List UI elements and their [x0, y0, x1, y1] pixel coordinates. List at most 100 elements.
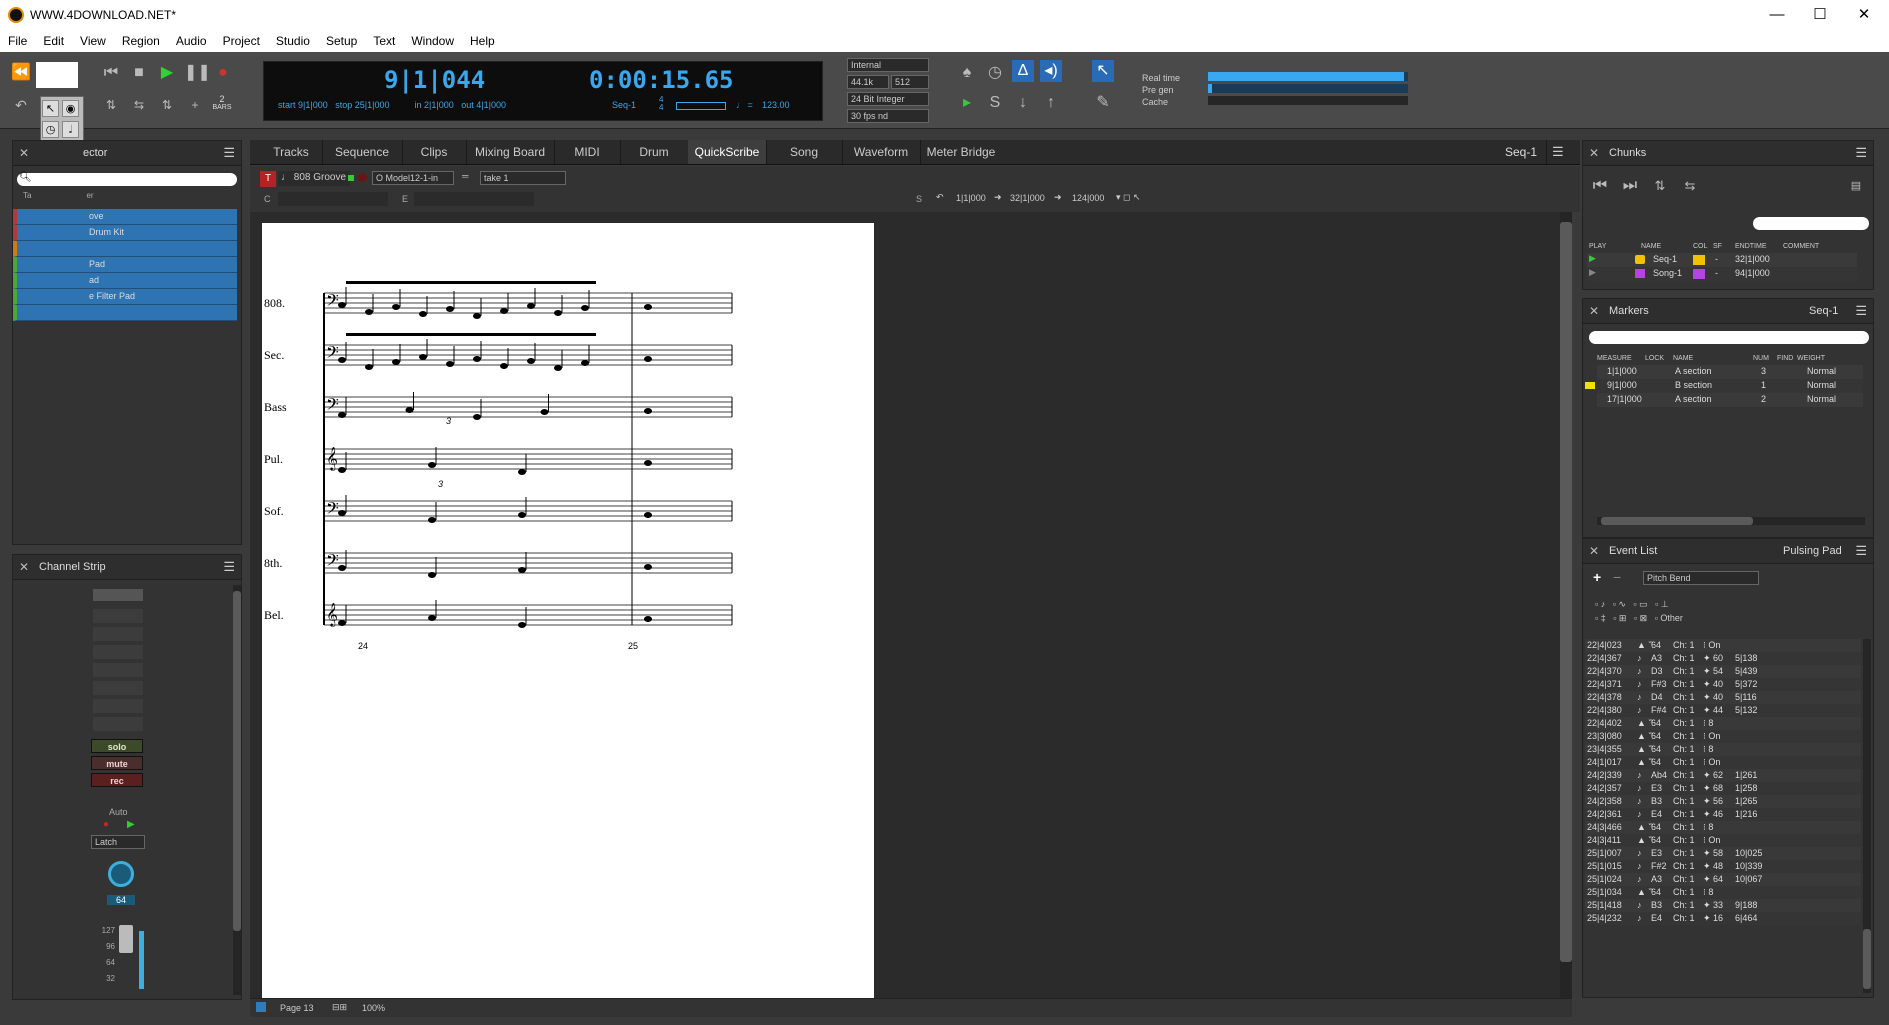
buffer-select[interactable]: 512 [891, 75, 929, 89]
position-measure[interactable]: 9|1|044 [384, 66, 485, 94]
menu-help[interactable]: Help [462, 30, 503, 52]
event-row[interactable]: 22|4|371 ♪ F#3 Ch: 1 ✦ 40 5|372 [1585, 678, 1861, 691]
range-end[interactable]: 124|000 [1072, 193, 1104, 203]
track-selector-title[interactable]: ector [83, 147, 107, 159]
menu-text[interactable]: Text [365, 30, 403, 52]
event-row[interactable]: 23|3|080 ▲ ‷ 64 Ch: 1 ⁝ On [1585, 730, 1861, 743]
event-row[interactable]: 23|4|355 ▲ ‷ 64 Ch: 1 ⁝ 8 [1585, 743, 1861, 756]
chunk-next-icon[interactable]: ⏭ [1619, 175, 1641, 197]
close-icon[interactable]: ✕ [1589, 146, 1599, 160]
down-arrow-icon[interactable]: ↓ [1012, 92, 1034, 114]
tempo-value[interactable]: 123.00 [762, 100, 790, 110]
record-enable-button[interactable]: rec [91, 773, 143, 787]
s-icon[interactable]: S [984, 92, 1006, 114]
marker-row[interactable]: 1|1|000 A section 3 Normal [1597, 365, 1863, 379]
tab-midi[interactable]: MIDI [554, 140, 621, 164]
close-button[interactable]: ✕ [1842, 4, 1886, 26]
event-row[interactable]: 25|1|034 ▲ ‷ 64 Ch: 1 ⁝ 8 [1585, 886, 1861, 899]
menu-studio[interactable]: Studio [268, 30, 318, 52]
event-row[interactable]: 24|3|466 ▲ ‷ 64 Ch: 1 ⁝ 8 [1585, 821, 1861, 834]
automation-record-icon[interactable]: ● [103, 819, 109, 830]
nudge-icon[interactable]: ⇅ [100, 94, 122, 116]
rewind-icon[interactable]: ⏪ [10, 62, 32, 84]
record-icon[interactable]: ● [212, 62, 234, 84]
add-icon[interactable]: + [184, 94, 206, 116]
stop-icon[interactable]: ■ [128, 62, 150, 84]
score-page[interactable]: 808. 𝄢 Sec. 𝄢 Bass 𝄢 Pul. 𝄞 Sof. 𝄢 8th. 𝄢 Bel. 𝄞 24 25 3… [262, 223, 874, 998]
pause-icon[interactable]: ❚❚ [184, 62, 211, 84]
chunk-prev-icon[interactable]: ⏮ [1589, 175, 1611, 197]
tab-song[interactable]: Song [766, 140, 843, 164]
bit-depth-select[interactable]: 24 Bit Integer [847, 92, 929, 106]
event-filter-checkboxes[interactable]: ▫ ♪ ▫ ∿ ▫ ▭ ▫ ⊥ ▫ ‡ ▫ ⊞ ▫ ⊠ ▫ Other [1595, 597, 1683, 625]
menu-file[interactable]: File [0, 30, 35, 52]
insert-slot[interactable] [93, 609, 143, 623]
track-row[interactable] [13, 241, 237, 257]
fps-select[interactable]: 30 fps nd [847, 109, 929, 123]
speaker-icon[interactable]: ◂) [1040, 60, 1062, 82]
event-row[interactable]: 24|2|357 ♪ E3 Ch: 1 ✦ 68 1|258 [1585, 782, 1861, 795]
tab-drum[interactable]: Drum [620, 140, 689, 164]
menu-project[interactable]: Project [215, 30, 268, 52]
pointer-tool-icon[interactable]: ↖ [1092, 60, 1114, 82]
event-row[interactable]: 25|4|232 ♪ E4 Ch: 1 ✦ 16 6|464 [1585, 912, 1861, 925]
tab-clips[interactable]: Clips [402, 140, 467, 164]
take-select[interactable]: take 1 [480, 171, 566, 185]
marker-row[interactable]: 9|1|000 B section 1 Normal [1585, 379, 1863, 393]
insert-slot[interactable] [93, 645, 143, 659]
auto-play-icon[interactable]: ▸ [956, 92, 978, 114]
click-icon[interactable]: Δ [1012, 60, 1034, 82]
close-icon[interactable]: ✕ [19, 560, 29, 574]
tab-tracks[interactable]: Tracks [260, 140, 323, 164]
menu-icon[interactable]: ☰ [1552, 144, 1564, 160]
punch-icon[interactable]: ⇅ [156, 94, 178, 116]
insert-slot[interactable] [93, 627, 143, 641]
event-scrollbar[interactable] [1863, 639, 1871, 993]
minimize-button[interactable]: — [1755, 4, 1799, 26]
markers-search-input[interactable] [1589, 331, 1869, 344]
solo-button[interactable]: solo [91, 739, 143, 753]
event-row[interactable]: 22|4|402 ▲ ‷ 64 Ch: 1 ⁝ 8 [1585, 717, 1861, 730]
bars-counter[interactable]: 2 BARS [210, 94, 234, 111]
chunk-swap-icon[interactable]: ⇅ [1649, 175, 1671, 197]
pan-value[interactable]: 64 [107, 895, 135, 905]
half-note-tool-icon[interactable]: 𝅗𝅥 [62, 121, 79, 138]
tab-sequence[interactable]: Sequence [322, 140, 403, 164]
event-row[interactable]: 22|4|023 ▲ ‷ 64 Ch: 1 ⁝ On [1585, 639, 1861, 652]
out-value[interactable]: 4|1|000 [476, 100, 506, 110]
close-icon[interactable]: ✕ [1589, 544, 1599, 558]
add-event-icon[interactable]: + [1593, 569, 1601, 585]
chunk-row[interactable]: ▶ Song-1 - 94|1|000 [1587, 267, 1857, 281]
chunks-search-input[interactable] [1753, 217, 1869, 230]
menu-icon[interactable]: ☰ [1855, 303, 1867, 319]
close-icon[interactable]: ✕ [1589, 304, 1599, 318]
pan-knob[interactable] [108, 861, 134, 887]
range-start[interactable]: 1|1|000 [956, 193, 986, 203]
start-value[interactable]: 9|1|000 [298, 100, 328, 110]
menu-view[interactable]: View [72, 30, 114, 52]
send-slot[interactable] [93, 699, 143, 713]
eye-tool-icon[interactable]: ◉ [62, 100, 79, 117]
menu-setup[interactable]: Setup [318, 30, 365, 52]
track-row[interactable]: Drum Kit [13, 225, 237, 241]
event-row[interactable]: 25|1|024 ♪ A3 Ch: 1 ✦ 64 10|067 [1585, 873, 1861, 886]
event-row[interactable]: 25|1|418 ♪ B3 Ch: 1 ✦ 33 9|188 [1585, 899, 1861, 912]
event-row[interactable]: 24|2|361 ♪ E4 Ch: 1 ✦ 46 1|216 [1585, 808, 1861, 821]
markers-hscrollbar[interactable] [1597, 517, 1865, 525]
tab-waveform[interactable]: Waveform [842, 140, 921, 164]
sync-select[interactable]: Internal [847, 58, 929, 72]
markers-title[interactable]: Markers [1609, 305, 1649, 317]
volume-fader[interactable] [119, 925, 133, 953]
menu-icon[interactable]: ☰ [1855, 145, 1867, 161]
clock-tool-icon[interactable]: ◷ [42, 121, 59, 138]
markers-seq-select[interactable]: Seq-1 [1809, 305, 1838, 317]
zoom-level[interactable]: 100% [362, 1003, 385, 1013]
in-value[interactable]: 2|1|000 [424, 100, 454, 110]
track-name-select[interactable]: ♩ 808 Groove [278, 171, 350, 186]
maximize-button[interactable]: ☐ [1798, 4, 1842, 26]
c-field[interactable] [278, 192, 388, 206]
close-icon[interactable]: ✕ [19, 146, 29, 160]
menu-icon[interactable]: ☰ [1855, 543, 1867, 559]
track-row[interactable]: e Filter Pad [13, 289, 237, 305]
skip-back-icon[interactable]: ⏮ [100, 62, 122, 84]
